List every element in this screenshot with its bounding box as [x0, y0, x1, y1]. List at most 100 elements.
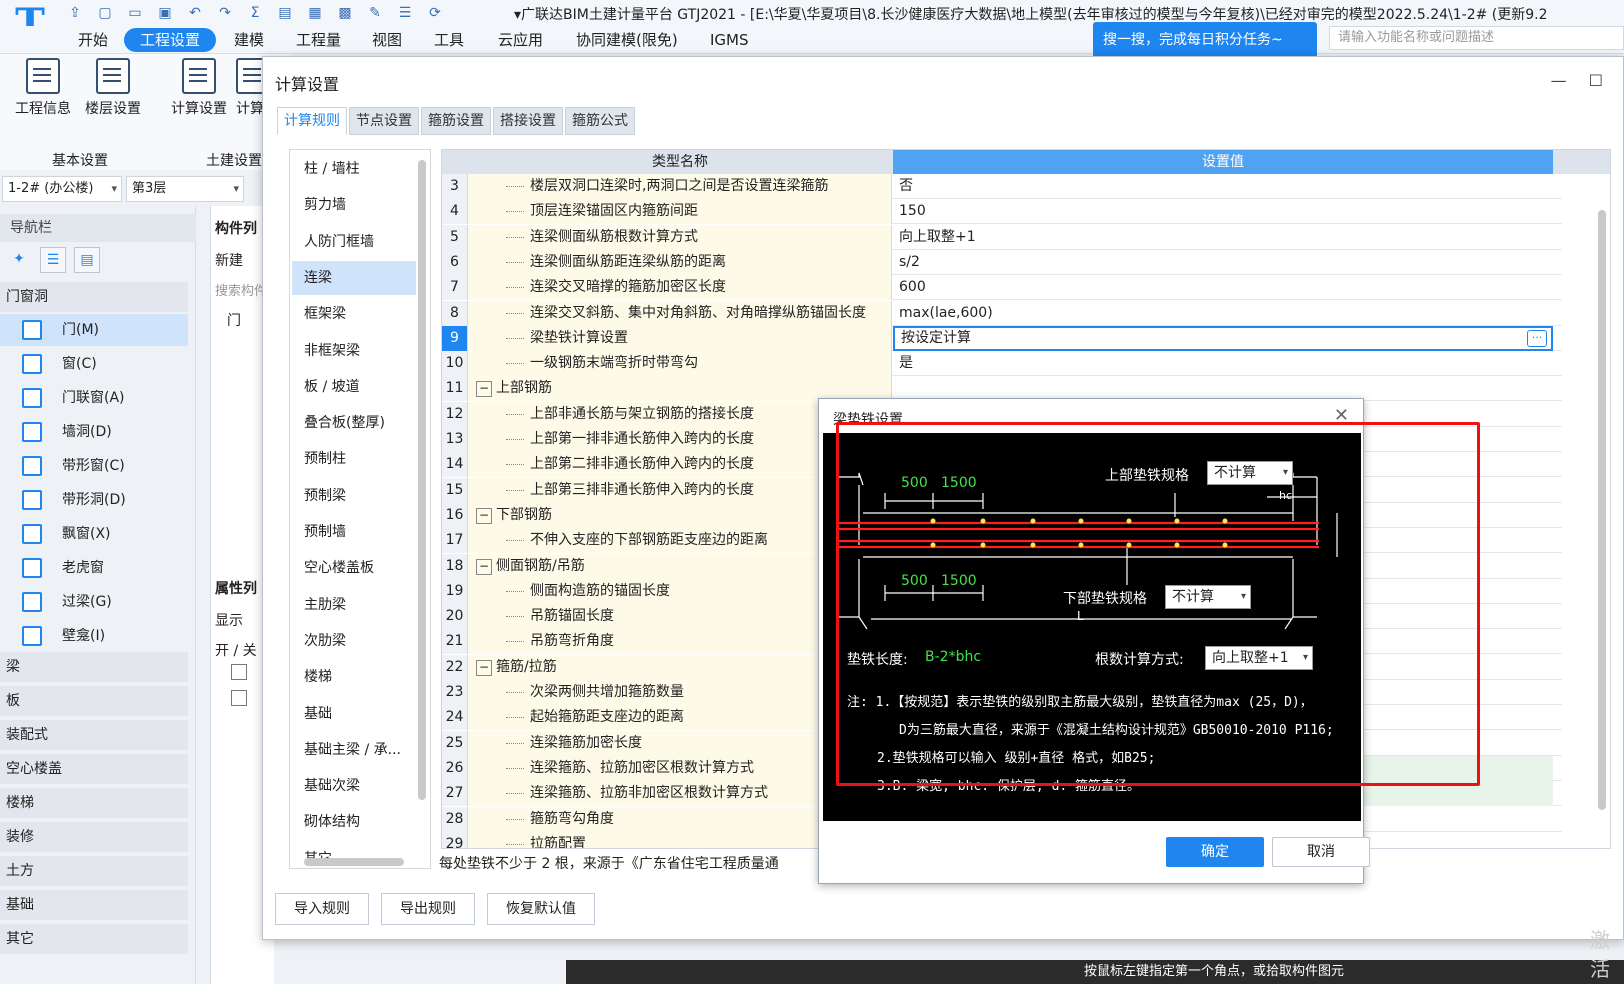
restore-defaults-button[interactable]: 恢复默认值	[487, 893, 595, 925]
category-item[interactable]: 砌体结构	[292, 805, 416, 839]
draw-icon[interactable]: ✎	[364, 3, 386, 23]
nav-item[interactable]: 带形洞(D)	[0, 484, 188, 516]
ok-button[interactable]: 确定	[1166, 837, 1264, 867]
row-value[interactable]: s/2	[893, 250, 1553, 275]
row-value[interactable]: 按设定计算 ···	[893, 325, 1553, 351]
table-row[interactable]: 9 梁垫铁计算设置 按设定计算 ···	[442, 325, 1562, 351]
menu-item[interactable]: 协同建模(限免)	[560, 28, 694, 52]
nav-group-open[interactable]: 门窗洞	[0, 282, 188, 312]
category-item[interactable]: 预制柱	[292, 442, 416, 476]
checkbox[interactable]	[231, 664, 247, 680]
category-item[interactable]: 预制梁	[292, 479, 416, 513]
row-value[interactable]: max(lae,600)	[893, 301, 1553, 326]
pin-icon[interactable]: ✦	[6, 247, 32, 273]
table-row[interactable]: 8 连梁交叉斜筋、集中对角斜筋、对角暗撑纵筋锚固长度 max(lae,600)	[442, 300, 1562, 326]
checkbox[interactable]	[231, 690, 247, 706]
nav-group[interactable]: 装配式	[0, 720, 188, 750]
row-value[interactable]: 600	[893, 275, 1553, 300]
menu-item[interactable]: 开始	[62, 28, 124, 52]
menu-item[interactable]: IGMS	[694, 28, 765, 52]
row-value[interactable]: 向上取整+1	[893, 225, 1553, 250]
grid-icon[interactable]: ▩	[334, 3, 356, 23]
export-rules-button[interactable]: 导出规则	[381, 893, 475, 925]
sync-icon[interactable]: ⟳	[424, 3, 446, 23]
menu-item[interactable]: 建模	[218, 28, 280, 52]
cancel-button[interactable]: 取消	[1272, 837, 1370, 867]
nav-group[interactable]: 楼梯	[0, 788, 188, 818]
open-folder-icon[interactable]: ▭	[124, 3, 146, 23]
nav-item[interactable]: 带形窗(C)	[0, 450, 188, 482]
sum-icon[interactable]: Σ	[244, 3, 266, 23]
category-item[interactable]: 框架梁	[292, 297, 416, 331]
category-item[interactable]: 人防门框墙	[292, 225, 416, 259]
category-item[interactable]: 空心楼盖板	[292, 551, 416, 585]
new-component-button[interactable]: 新建	[215, 250, 243, 270]
nav-item[interactable]: 过梁(G)	[0, 586, 188, 618]
nav-item[interactable]: 飘窗(X)	[0, 518, 188, 550]
promo-banner[interactable]: 搜一搜，完成每日积分任务~	[1093, 22, 1317, 58]
component-tree-item[interactable]: 门	[227, 310, 241, 330]
nav-item[interactable]: 门联窗(A)	[0, 382, 188, 414]
category-scrollbar[interactable]	[418, 160, 426, 800]
category-item[interactable]: 剪力墙	[292, 188, 416, 222]
table-row[interactable]: 5 连梁侧面纵筋根数计算方式 向上取整+1	[442, 224, 1562, 250]
import-rules-button[interactable]: 导入规则	[275, 893, 369, 925]
nav-group[interactable]: 板	[0, 686, 188, 716]
category-item[interactable]: 基础次梁	[292, 769, 416, 803]
menu-item[interactable]: 云应用	[482, 28, 559, 52]
calc-settings-button[interactable]: 计算设置	[164, 58, 234, 118]
category-item[interactable]: 基础	[292, 697, 416, 731]
ellipsis-icon[interactable]: ···	[1527, 329, 1547, 347]
category-item[interactable]: 预制墙	[292, 515, 416, 549]
floor-select[interactable]: 第3层	[126, 176, 244, 202]
nav-item[interactable]: 门(M)	[0, 314, 188, 346]
nav-item[interactable]: 老虎窗	[0, 552, 188, 584]
undo-icon[interactable]: ↶	[184, 3, 206, 23]
menu-item[interactable]: 工程量	[280, 28, 357, 52]
table-row[interactable]: 4 顶层连梁锚固区内箍筋间距 150	[442, 199, 1562, 225]
layers-icon[interactable]: ☰	[394, 3, 416, 23]
nav-group[interactable]: 基础	[0, 890, 188, 920]
minimize-icon[interactable]: —	[1551, 71, 1567, 90]
maximize-icon[interactable]: ☐	[1589, 71, 1603, 90]
category-item[interactable]: 次肋梁	[292, 624, 416, 658]
nav-group[interactable]: 空心楼盖	[0, 754, 188, 784]
nav-item[interactable]: 墙洞(D)	[0, 416, 188, 448]
grid-scrollbar[interactable]	[1598, 210, 1606, 810]
category-item[interactable]: 板 / 坡道	[292, 370, 416, 404]
category-item[interactable]: 连梁	[292, 260, 416, 295]
building-select[interactable]: 1-2# (办公楼)	[2, 176, 122, 202]
category-item[interactable]: 楼梯	[292, 660, 416, 694]
nav-item[interactable]: 壁龛(I)	[0, 620, 188, 652]
report-icon[interactable]: ▤	[274, 3, 296, 23]
floor-settings-button[interactable]: 楼层设置	[78, 58, 148, 118]
detail-view-icon[interactable]: ▤	[74, 247, 100, 273]
tab-lap-settings[interactable]: 搭接设置	[493, 107, 563, 135]
nav-group[interactable]: 梁	[0, 652, 188, 682]
row-value[interactable]: 否	[893, 174, 1553, 199]
row-value[interactable]: 是	[893, 351, 1553, 376]
save-icon[interactable]: ▣	[154, 3, 176, 23]
tab-stirrup-formula[interactable]: 箍筋公式	[565, 107, 635, 135]
nav-group[interactable]: 装修	[0, 822, 188, 852]
table-row[interactable]: 6 连梁侧面纵筋距连梁纵筋的距离 s/2	[442, 249, 1562, 275]
category-hscrollbar[interactable]	[304, 858, 404, 866]
tab-stirrup-settings[interactable]: 箍筋设置	[421, 107, 491, 135]
tab-node-settings[interactable]: 节点设置	[349, 107, 419, 135]
table-row[interactable]: 7 连梁交叉暗撑的箍筋加密区长度 600	[442, 275, 1562, 301]
show-toggle[interactable]: 显示	[215, 610, 243, 630]
category-item[interactable]: 叠合板(整厚)	[292, 406, 416, 440]
project-info-button[interactable]: 工程信息	[8, 58, 78, 118]
redo-icon[interactable]: ↷	[214, 3, 236, 23]
list-view-icon[interactable]: ☰	[40, 247, 66, 273]
menu-item-active[interactable]: 工程设置	[124, 28, 217, 52]
row-value[interactable]: 150	[893, 199, 1553, 224]
help-search-input[interactable]: 请输入功能名称或问题描述	[1329, 26, 1624, 50]
nav-item[interactable]: 窗(C)	[0, 348, 188, 380]
nav-group[interactable]: 其它	[0, 924, 188, 954]
menu-item[interactable]: 工具	[418, 28, 480, 52]
category-item[interactable]: 柱 / 墙柱	[292, 152, 416, 186]
nav-group[interactable]: 土方	[0, 856, 188, 886]
menu-item[interactable]: 视图	[356, 28, 418, 52]
upload-icon[interactable]: ⇪	[64, 3, 86, 23]
